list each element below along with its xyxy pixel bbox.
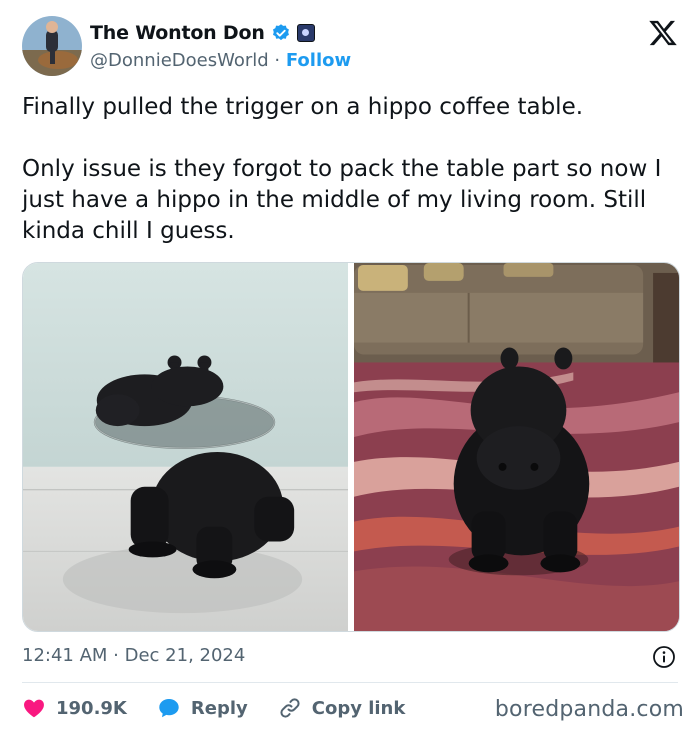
avatar[interactable] [22, 16, 82, 76]
photo-hippo-glass-table[interactable] [23, 263, 348, 631]
timestamp-row: 12:41 AM · Dec 21, 2024 [22, 645, 678, 671]
display-name[interactable]: The Wonton Don [90, 22, 265, 44]
reply-button[interactable]: Reply [157, 696, 248, 720]
reply-label: Reply [190, 697, 248, 719]
heart-icon [24, 699, 44, 718]
tweet-paragraph: Finally pulled the trigger on a hippo co… [22, 94, 584, 120]
copy-link-label: Copy link [311, 697, 406, 719]
link-icon [280, 698, 300, 718]
media-grid [22, 262, 680, 632]
photo-hippo-living-room[interactable] [354, 263, 679, 631]
info-icon[interactable] [652, 645, 676, 669]
action-bar: 190.9K Reply Copy link [22, 693, 435, 723]
tweet-time[interactable]: 12:41 AM [22, 645, 107, 666]
tweet-date[interactable]: Dec 21, 2024 [125, 645, 246, 666]
handle-separator: · [268, 50, 286, 71]
tweet-text: Finally pulled the trigger on a hippo co… [22, 92, 678, 247]
watermark: boredpanda.com [494, 697, 684, 722]
affiliate-badge-icon [296, 24, 315, 42]
follow-button[interactable]: Follow [286, 50, 351, 71]
handle[interactable]: @DonnieDoesWorld [90, 50, 269, 71]
divider [22, 682, 678, 683]
x-logo-icon[interactable] [648, 18, 678, 48]
tweet-paragraph: Only issue is they forgot to pack the ta… [22, 156, 662, 244]
copy-link-button[interactable]: Copy link [278, 696, 406, 720]
handle-row: @DonnieDoesWorld · Follow [90, 50, 351, 71]
likes-count: 190.9K [56, 697, 127, 719]
like-button[interactable]: 190.9K [22, 696, 127, 720]
timestamp-separator: · [107, 645, 125, 666]
reply-bubble-icon [159, 699, 179, 718]
name-row: The Wonton Don [90, 22, 315, 44]
verified-badge-icon [272, 24, 289, 41]
tweet-header: The Wonton Don @DonnieDoesWorld · Follow [22, 16, 682, 78]
